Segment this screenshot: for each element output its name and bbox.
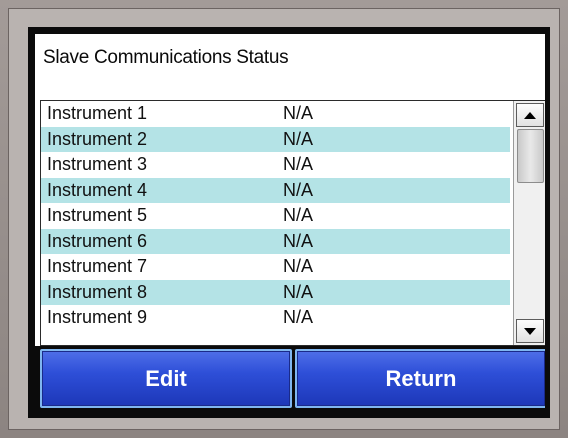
list-item[interactable]: Instrument 9 N/A — [41, 305, 510, 331]
instrument-name: Instrument 3 — [47, 154, 148, 174]
instrument-status: N/A — [283, 205, 314, 225]
instrument-status: N/A — [283, 307, 314, 327]
instrument-name: Instrument 5 — [47, 205, 148, 225]
return-button[interactable]: Return — [295, 349, 545, 408]
scroll-down-arrow-icon[interactable] — [516, 319, 544, 343]
triangle-down-icon — [524, 327, 536, 335]
instrument-status: N/A — [283, 103, 314, 123]
instrument-name: Instrument 6 — [47, 230, 148, 251]
triangle-up-icon — [524, 111, 536, 119]
list-scrollbar[interactable] — [513, 101, 545, 345]
list-item[interactable]: Instrument 2 N/A — [41, 126, 510, 152]
instrument-status: N/A — [283, 281, 314, 302]
scrollbar-thumb[interactable] — [517, 129, 544, 183]
list-item[interactable]: Instrument 1 N/A — [41, 101, 510, 127]
instrument-status: N/A — [283, 230, 314, 251]
instrument-name: Instrument 2 — [47, 128, 148, 149]
instrument-name: Instrument 4 — [47, 179, 148, 200]
list-item[interactable]: Instrument 8 N/A — [41, 279, 510, 305]
list-item[interactable]: Instrument 7 N/A — [41, 254, 510, 280]
button-bar: Edit Return — [35, 346, 545, 412]
list-item[interactable]: Instrument 4 N/A — [41, 177, 510, 203]
list-item[interactable]: Instrument 6 N/A — [41, 228, 510, 254]
list-item[interactable]: Instrument 5 N/A — [41, 203, 510, 229]
instrument-status: N/A — [283, 128, 314, 149]
instrument-name: Instrument 8 — [47, 281, 148, 302]
instrument-status: N/A — [283, 154, 314, 174]
instrument-name: Instrument 9 — [47, 307, 148, 327]
instrument-list: Instrument 1 N/A Instrument 2 N/A Instru… — [40, 100, 545, 346]
touch-screen: Slave Communications Status Instrument 1… — [35, 34, 545, 412]
scroll-up-arrow-icon[interactable] — [516, 103, 544, 127]
instrument-rows: Instrument 1 N/A Instrument 2 N/A Instru… — [41, 101, 510, 345]
instrument-name: Instrument 1 — [47, 103, 148, 123]
list-item[interactable]: Instrument 3 N/A — [41, 152, 510, 178]
edit-button[interactable]: Edit — [40, 349, 292, 408]
instrument-status: N/A — [283, 256, 314, 276]
page-title: Slave Communications Status — [43, 47, 289, 68]
instrument-name: Instrument 7 — [47, 256, 148, 276]
instrument-status: N/A — [283, 179, 314, 200]
